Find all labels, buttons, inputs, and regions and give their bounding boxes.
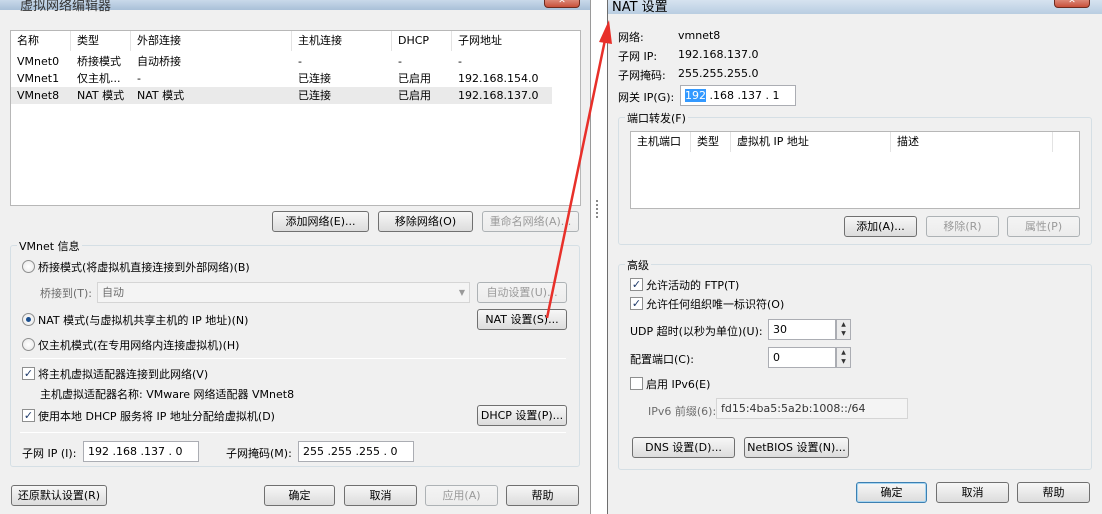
arrow-line — [545, 39, 607, 319]
arrow-head — [599, 20, 612, 44]
annotation-arrow — [545, 20, 612, 319]
